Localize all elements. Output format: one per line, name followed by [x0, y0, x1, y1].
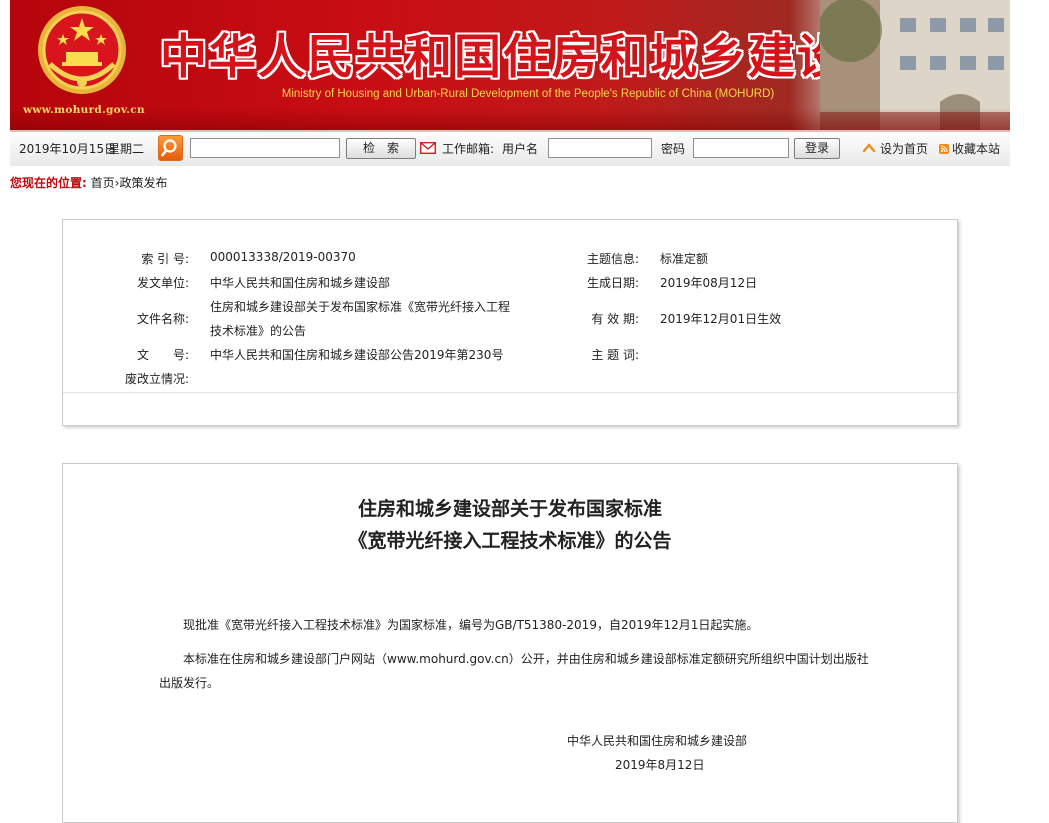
mail-icon [420, 142, 436, 154]
current-date: 2019年10月15日 [19, 142, 117, 156]
index-number-value: 000013338/2019-00370 [210, 250, 356, 264]
home-icon [863, 143, 875, 153]
article-paragraph-1: 现批准《宽带光纤接入工程技术标准》为国家标准，编号为GB/T51380-2019… [183, 618, 759, 632]
toolbar: 2019年10月15日 星期二 检 索 工作邮箱: 用户名 密码 登录 设为首页… [10, 130, 1010, 166]
topic-info-value: 标准定额 [660, 252, 709, 266]
info-divider [63, 392, 957, 393]
password-input[interactable] [693, 138, 789, 158]
login-button[interactable]: 登录 [794, 138, 840, 159]
rss-icon [939, 144, 949, 154]
keyword-label: 主 题 词: [591, 348, 639, 362]
username-label: 用户名 [502, 142, 539, 156]
article-paragraph-2-line2: 出版发行。 [159, 676, 220, 690]
index-number-label: 索 引 号: [141, 252, 189, 266]
article-sign-date: 2019年8月12日 [615, 758, 705, 772]
article-title-line2: 《宽带光纤接入工程技术标准》的公告 [348, 530, 672, 552]
file-name-line1: 住房和城乡建设部关于发布国家标准《宽带光纤接入工程 [210, 300, 511, 314]
breadcrumb-current[interactable]: 政策发布 [119, 176, 167, 190]
document-info-card: 索 引 号: 000013338/2019-00370 主题信息: 标准定额 发… [62, 219, 958, 426]
search-icon [161, 139, 177, 157]
file-name-label: 文件名称: [136, 312, 189, 326]
issuer-value: 中华人民共和国住房和城乡建设部 [210, 276, 391, 290]
set-homepage-link[interactable]: 设为首页 [880, 132, 928, 166]
current-weekday: 星期二 [108, 142, 145, 156]
breadcrumb: 您现在的位置: 首页›政策发布 [10, 166, 1010, 196]
username-input[interactable] [548, 138, 652, 158]
site-title: 中华人民共和国住房和城乡建设部 [160, 30, 895, 85]
validity-label: 有 效 期: [591, 312, 639, 326]
article-paragraph-2-line1: 本标准在住房和城乡建设部门户网站（www.mohurd.gov.cn）公开，并由… [183, 652, 869, 666]
mail-label: 工作邮箱: [442, 142, 495, 156]
breadcrumb-prefix: 您现在的位置: [10, 176, 87, 190]
status-label: 废改立情况: [124, 372, 189, 386]
search-icon-button[interactable] [158, 135, 183, 161]
site-subtitle: Ministry of Housing and Urban-Rural Deve… [281, 88, 775, 100]
article-signature: 中华人民共和国住房和城乡建设部 [567, 734, 748, 748]
site-header-banner: www.mohurd.gov.cn 中华人民共和国住房和城乡建设部 Minist… [10, 0, 1010, 130]
document-number-value: 中华人民共和国住房和城乡建设部公告2019年第230号 [210, 348, 504, 362]
generated-date-label: 生成日期: [586, 276, 639, 290]
bookmark-link[interactable]: 收藏本站 [952, 132, 1000, 166]
validity-value: 2019年12月01日生效 [660, 312, 782, 326]
issuer-label: 发文单位: [136, 276, 189, 290]
article-card: 住房和城乡建设部关于发布国家标准 《宽带光纤接入工程技术标准》的公告 现批准《宽… [62, 463, 958, 823]
national-emblem-icon [38, 6, 126, 94]
breadcrumb-home-link[interactable]: 首页 [91, 176, 115, 190]
password-label: 密码 [661, 142, 686, 156]
file-name-line2: 技术标准》的公告 [210, 324, 307, 338]
article-title-line1: 住房和城乡建设部关于发布国家标准 [357, 498, 662, 520]
search-input[interactable] [190, 138, 340, 158]
topic-info-label: 主题信息: [586, 252, 639, 266]
search-button[interactable]: 检 索 [346, 138, 416, 159]
document-number-label: 文 号: [136, 348, 189, 362]
banner-shade [10, 108, 1010, 130]
generated-date-value: 2019年08月12日 [660, 276, 758, 290]
